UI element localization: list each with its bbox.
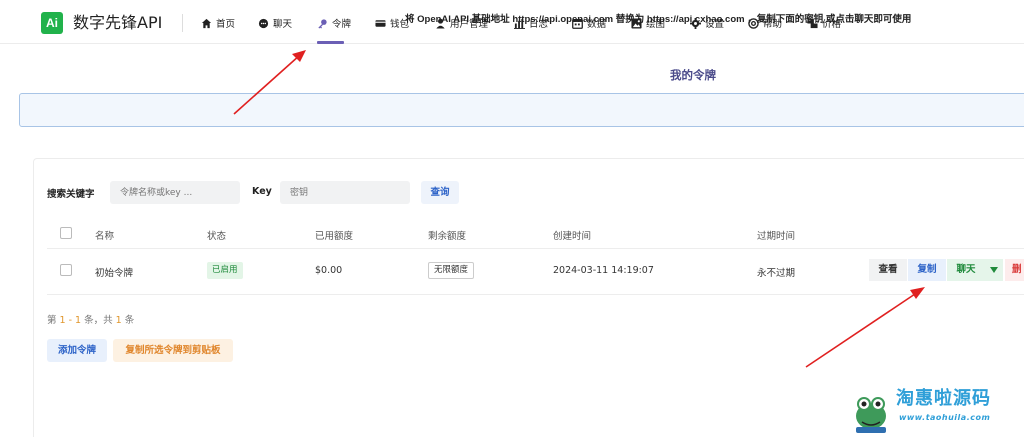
watermark-text: 淘惠啦源码 — [896, 388, 991, 409]
row-checkbox[interactable] — [60, 264, 72, 276]
pagination-prefix: 第 — [47, 315, 60, 326]
copy-button[interactable]: 复制 — [908, 259, 946, 281]
chat-dropdown-button[interactable] — [985, 259, 1003, 281]
nav-item-label: 令牌 — [332, 19, 352, 30]
nav-divider — [182, 14, 183, 32]
nav-item-home[interactable]: 首页 — [201, 14, 235, 32]
frog-mascot-icon — [856, 397, 886, 433]
delete-button[interactable]: 删 — [1005, 259, 1024, 281]
table-row-divider — [47, 294, 1024, 295]
column-header-created-time[interactable]: 创建时间 — [553, 228, 591, 242]
search-keyword-input[interactable] — [110, 181, 240, 204]
column-header-expire-time[interactable]: 过期时间 — [757, 228, 795, 242]
copy-selected-tokens-button[interactable]: 复制所选令牌到剪贴板 — [113, 339, 233, 362]
created-time: 2024-03-11 14:19:07 — [553, 265, 654, 276]
expire-time: 永不过期 — [757, 268, 796, 279]
select-all-checkbox[interactable] — [60, 227, 72, 239]
nav-item-label: 首页 — [216, 19, 236, 30]
app-brand[interactable]: 数字先锋API — [73, 12, 162, 34]
info-banner-text: 将 OpenAI API 基础地址 https://api.openai.com… — [405, 14, 912, 25]
nav-item-wallet[interactable]: 钱包 — [375, 14, 409, 32]
column-header-status[interactable]: 状态 — [207, 228, 226, 242]
info-banner — [19, 93, 1024, 127]
column-header-remaining-quota[interactable]: 剩余额度 — [428, 228, 466, 242]
nav-item-chat[interactable]: 聊天 — [258, 14, 292, 32]
pagination-summary: 第 1 - 1 条，共 1 条 — [47, 312, 134, 326]
query-button[interactable]: 查询 — [421, 181, 459, 204]
column-header-name[interactable]: 名称 — [95, 228, 114, 242]
status-badge: 已启用 — [207, 262, 243, 279]
pagination-mid: 条，共 — [81, 315, 116, 326]
caret-down-icon — [990, 266, 998, 273]
chat-button[interactable]: 聊天 — [947, 259, 985, 281]
wallet-icon — [375, 19, 386, 27]
pagination-range: 1 - 1 — [59, 315, 82, 326]
search-key-label: Key — [252, 186, 272, 197]
nav-item-label: 聊天 — [273, 19, 293, 30]
chat-icon — [258, 18, 269, 28]
page-title: 我的令牌 — [670, 68, 716, 82]
search-keyword-label: 搜索关键字 — [47, 189, 95, 200]
active-tab-indicator — [317, 41, 344, 44]
column-header-used-quota[interactable]: 已用额度 — [315, 228, 353, 242]
watermark-url: www.taohuila.com — [899, 413, 991, 422]
home-icon — [201, 18, 212, 28]
used-quota: $0.00 — [315, 265, 343, 276]
pagination-suffix: 条 — [121, 315, 135, 326]
nav-item-tokens[interactable]: 令牌 — [317, 14, 351, 32]
token-name: 初始令牌 — [95, 268, 134, 279]
table-header-divider — [47, 248, 1024, 249]
key-icon — [318, 18, 327, 29]
app-logo[interactable]: Ai — [41, 12, 63, 34]
remaining-quota-badge: 无限额度 — [428, 262, 475, 279]
add-token-button[interactable]: 添加令牌 — [47, 339, 107, 362]
search-key-input[interactable] — [280, 181, 410, 204]
view-button[interactable]: 查看 — [869, 259, 907, 281]
